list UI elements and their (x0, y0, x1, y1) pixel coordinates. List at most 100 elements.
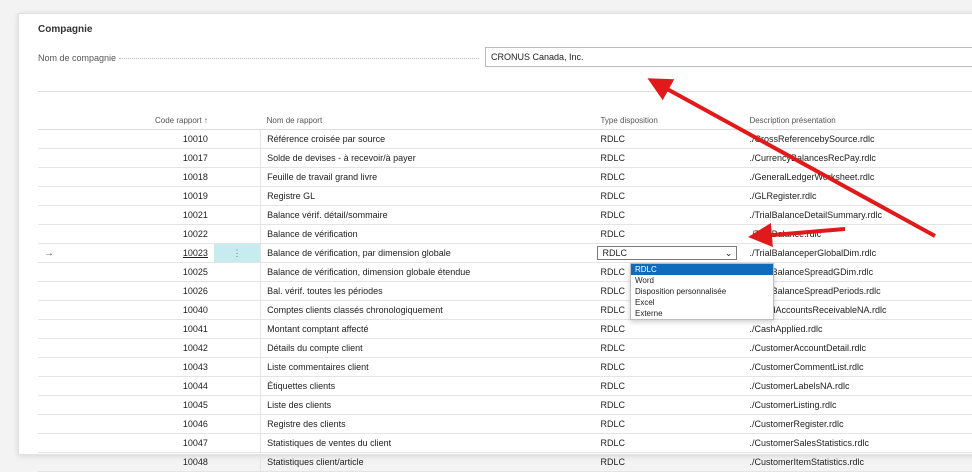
layout-description-cell: ./CashApplied.rdlc (743, 319, 972, 339)
report-name-cell: Balance vérif. détail/sommaire (260, 205, 595, 225)
report-name-cell: Référence croisée par source (260, 129, 595, 149)
layout-type-cell[interactable]: RDLC (594, 319, 744, 339)
layout-type-cell[interactable]: RDLC ⌄ (594, 243, 744, 263)
layout-description-cell: ./GeneralLedgerWorksheet.rdlc (743, 167, 972, 187)
report-code-cell[interactable]: 10045 (69, 395, 214, 415)
table-row[interactable]: 10010 Référence croisée par source RDLC ./C… (38, 129, 972, 149)
row-actions-cell (213, 338, 262, 358)
layout-type-select-value: RDLC (602, 248, 627, 258)
table-row[interactable]: → 10023 ⋮ Balance de vérification, par dime… (38, 243, 972, 263)
row-marker-cell (38, 205, 70, 225)
layout-description-cell: ./TrialBalance.rdlc (743, 224, 972, 244)
dropdown-option[interactable]: RDLC (631, 264, 773, 275)
row-actions-menu-icon[interactable]: ⋮ (213, 243, 262, 263)
layout-type-cell[interactable]: RDLC (594, 414, 744, 434)
row-marker-arrow-icon: → (38, 243, 70, 263)
report-code-cell[interactable]: 10026 (69, 281, 214, 301)
chevron-down-icon[interactable]: ⌄ (725, 248, 733, 259)
table-row[interactable]: 10042 Détails du compte client RDLC ./Custo… (38, 338, 972, 358)
layout-description-cell: ./CustomerItemStatistics.rdlc (743, 452, 972, 472)
layout-description-cell: ./TrialBalanceperGlobalDim.rdlc (743, 243, 972, 263)
report-code-cell[interactable]: 10019 (69, 186, 214, 206)
layout-type-cell[interactable]: RDLC (594, 167, 744, 187)
company-name-label: Nom de compagnie (38, 53, 117, 63)
table-row[interactable]: 10048 Statistiques client/article RDLC ./Cu… (38, 452, 972, 472)
row-actions-cell (213, 376, 262, 396)
report-name-cell: Liste des clients (260, 395, 595, 415)
layout-type-cell[interactable]: RDLC (594, 205, 744, 225)
layout-type-select[interactable]: RDLC ⌄ (597, 246, 738, 260)
dropdown-option[interactable]: Word (631, 275, 773, 286)
table-row[interactable]: 10045 Liste des clients RDLC ./CustomerList… (38, 395, 972, 415)
layout-description-cell: ./GLRegister.rdlc (743, 186, 972, 206)
report-name-cell: Liste commentaires client (260, 357, 595, 377)
column-header-type[interactable]: Type disposition (594, 112, 744, 130)
row-actions-cell (213, 300, 262, 320)
table-row[interactable]: 10026 Bal. vérif. toutes les périodes RDLC… (38, 281, 972, 301)
report-code-cell[interactable]: 10046 (69, 414, 214, 434)
report-code-cell[interactable]: 10010 (69, 129, 214, 149)
report-code-cell[interactable]: 10017 (69, 148, 214, 168)
field-leader-dots (119, 58, 479, 59)
report-code-cell[interactable]: 10041 (69, 319, 214, 339)
layout-type-cell[interactable]: RDLC (594, 376, 744, 396)
dropdown-option[interactable]: Disposition personnalisée (631, 286, 773, 297)
row-marker-cell (38, 357, 70, 377)
section-divider (38, 91, 972, 92)
company-name-field[interactable]: CRONUS Canada, Inc. (485, 47, 972, 67)
layout-type-cell[interactable]: RDLC (594, 224, 744, 244)
report-code-cell[interactable]: 10022 (69, 224, 214, 244)
report-name-cell: Registre GL (260, 186, 595, 206)
report-name-cell: Détails du compte client (260, 338, 595, 358)
table-row[interactable]: 10019 Registre GL RDLC ./GLRegister.rdlc (38, 186, 972, 206)
row-marker-cell (38, 281, 70, 301)
report-name-cell: Montant comptant affecté (260, 319, 595, 339)
layout-type-cell[interactable]: RDLC (594, 395, 744, 415)
column-header-name[interactable]: Nom de rapport (260, 112, 595, 130)
layout-description-cell: ./CustomerAccountDetail.rdlc (743, 338, 972, 358)
table-row[interactable]: 10018 Feuille de travail grand livre RDLC.… (38, 167, 972, 187)
report-name-cell: Comptes clients classés chronologiquemen… (260, 300, 595, 320)
row-marker-cell (38, 186, 70, 206)
report-code-cell[interactable]: 10042 (69, 338, 214, 358)
layout-type-cell[interactable]: RDLC (594, 338, 744, 358)
dropdown-option[interactable]: Externe (631, 308, 773, 319)
dropdown-option[interactable]: Excel (631, 297, 773, 308)
layout-type-cell[interactable]: RDLC (594, 148, 744, 168)
table-row[interactable]: 10022 Balance de vérification RDLC ./TrialB… (38, 224, 972, 244)
row-actions-cell (213, 129, 262, 149)
layout-type-cell[interactable]: RDLC (594, 186, 744, 206)
report-name-cell: Bal. vérif. toutes les périodes (260, 281, 595, 301)
table-row[interactable]: 10041 Montant comptant affecté RDLC ./CashA… (38, 319, 972, 339)
report-name-cell: Balance de vérification, par dimension g… (260, 243, 595, 263)
table-row[interactable]: 10043 Liste commentaires client RDLC ./Cust… (38, 357, 972, 377)
section-title: Compagnie (38, 24, 93, 35)
report-code-cell[interactable]: 10043 (69, 357, 214, 377)
report-code-cell[interactable]: 10044 (69, 376, 214, 396)
column-header-description[interactable]: Description présentation (743, 112, 972, 130)
report-code-cell[interactable]: 10040 (69, 300, 214, 320)
report-code-cell[interactable]: 10018 (69, 167, 214, 187)
report-code-cell[interactable]: 10048 (69, 452, 214, 472)
report-code-cell[interactable]: 10023 (69, 243, 214, 263)
layout-type-cell[interactable]: RDLC (594, 357, 744, 377)
layout-description-cell: ./CustomerLabelsNA.rdlc (743, 376, 972, 396)
row-marker-cell (38, 414, 70, 434)
table-row[interactable]: 10044 Étiquettes clients RDLC ./CustomerLab… (38, 376, 972, 396)
layout-type-cell[interactable]: RDLC (594, 129, 744, 149)
header-spacer (38, 112, 70, 130)
row-actions-cell (213, 414, 262, 434)
column-header-code[interactable]: Code rapport ↑ (69, 112, 214, 130)
layout-type-cell[interactable]: RDLC (594, 452, 744, 472)
table-row[interactable]: 10017 Solde de devises - à recevoir/à pay… (38, 148, 972, 168)
report-code-cell[interactable]: 10025 (69, 262, 214, 282)
report-code-cell[interactable]: 10021 (69, 205, 214, 225)
row-marker-cell (38, 148, 70, 168)
row-actions-cell (213, 281, 262, 301)
report-layout-table: Code rapport ↑ Nom de rapport Type dispo… (38, 112, 972, 472)
table-header-row: Code rapport ↑ Nom de rapport Type dispo… (38, 112, 972, 130)
table-row[interactable]: 10040 Comptes clients classés chronologiq… (38, 300, 972, 320)
table-row[interactable]: 10021 Balance vérif. détail/sommaire RDLC.… (38, 205, 972, 225)
table-row[interactable]: 10046 Registre des clients RDLC ./CustomerR… (38, 414, 972, 434)
table-row[interactable]: 10025 Balance de vérification, dimension … (38, 262, 972, 282)
